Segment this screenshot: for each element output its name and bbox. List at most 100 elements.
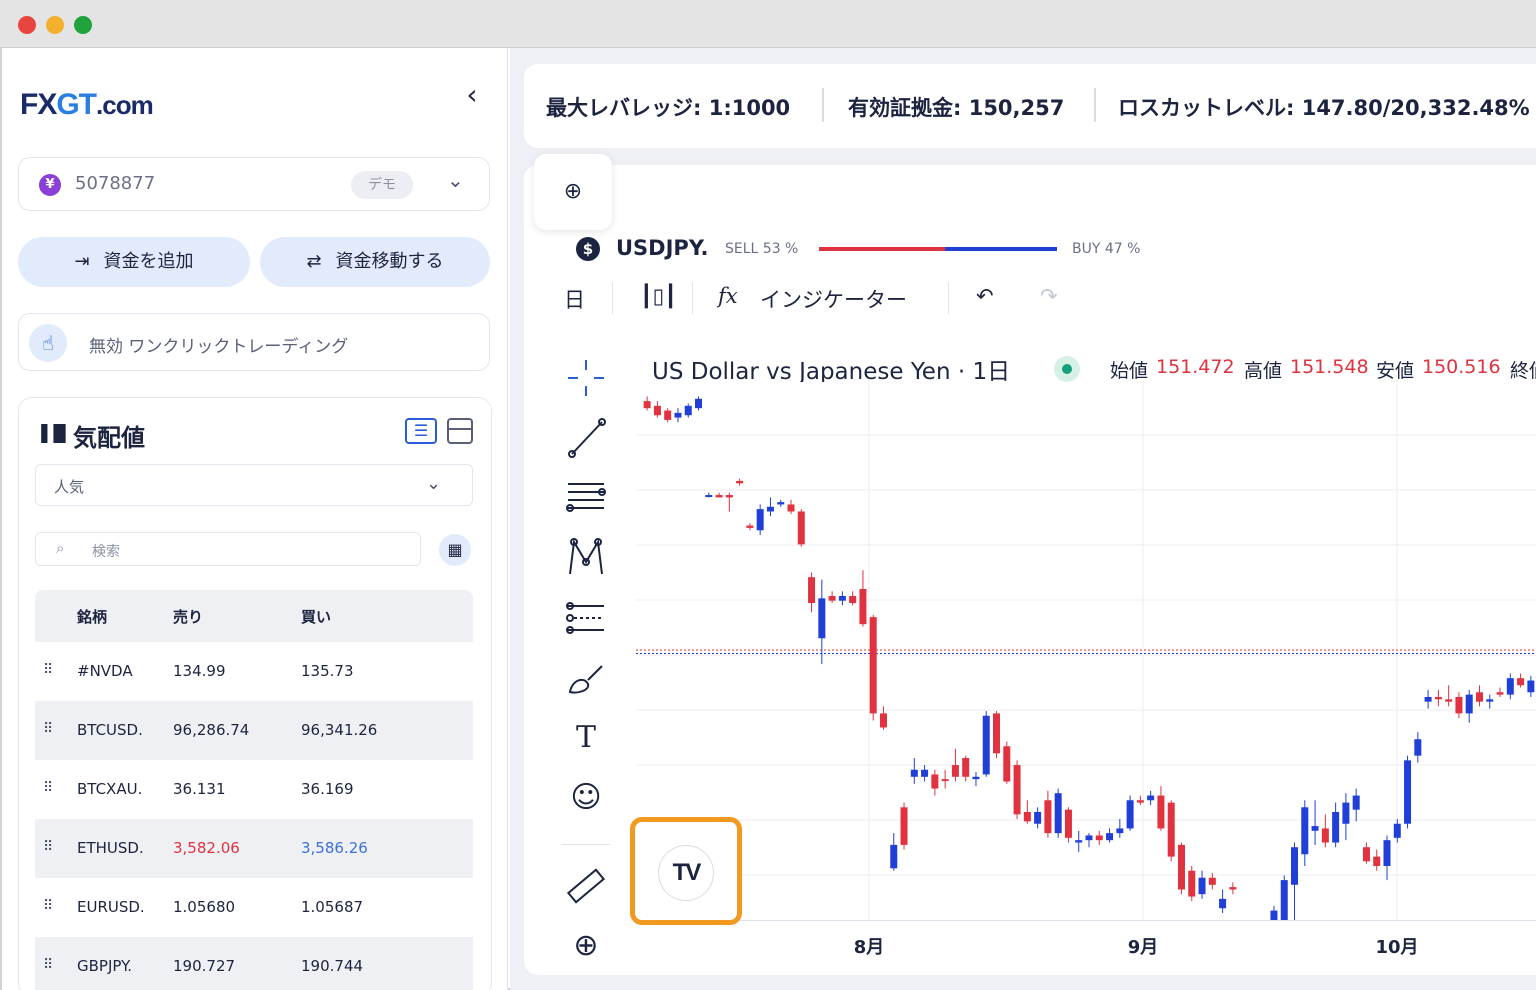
undo-icon[interactable]: ↶ [976, 284, 994, 308]
chevron-down-icon: ⌄ [447, 168, 464, 192]
close-label: 終値 [1510, 360, 1536, 382]
sell-cell[interactable]: 36.131 [173, 780, 226, 798]
account-selector[interactable]: ¥ 5078877 デモ ⌄ [18, 157, 490, 211]
table-row[interactable]: ⠿ #NVDA 134.99 135.73 [35, 642, 473, 701]
quotes-panel: ▐▐▌ 気配値 ☰ 人気 ⌄ ⌕ 検索 ▦ 銘柄 売り 買い ⠿ #NVDA 1… [18, 397, 492, 990]
tradingview-logo-icon: TV [658, 845, 714, 901]
table-row[interactable]: ⠿ GBPJPY. 190.727 190.744 [35, 937, 473, 990]
drag-handle-icon[interactable]: ⠿ [43, 721, 53, 737]
buy-sentiment: BUY 47 % [1072, 241, 1141, 257]
buy-cell[interactable]: 135.73 [301, 662, 354, 680]
drag-handle-icon[interactable]: ⠿ [43, 957, 53, 973]
candle-body [1383, 840, 1391, 866]
tradingview-logo-highlight[interactable]: TV [630, 817, 742, 925]
symbol-name[interactable]: USDJPY. [616, 236, 709, 260]
candlestick-chart[interactable] [636, 380, 1536, 920]
account-info-bar: 最大レバレッジ: 1:1000 有効証拠金: 150,257 ロスカットレベル:… [524, 64, 1536, 148]
candle-body [643, 401, 651, 409]
crosshair-icon[interactable] [558, 356, 614, 400]
table-layout-icon[interactable]: ▦ [439, 534, 471, 566]
card-view-icon[interactable] [447, 418, 473, 444]
add-funds-button[interactable]: ⇥ 資金を追加 [18, 237, 250, 287]
fib-retracement-icon[interactable] [558, 476, 614, 520]
fxgt-logo[interactable]: FXGT.com [20, 88, 154, 122]
transfer-funds-button[interactable]: ⇄ 資金移動する [260, 237, 490, 287]
candle-body [1455, 696, 1463, 714]
candle-body [1188, 870, 1196, 897]
emoji-icon[interactable]: ☺ [558, 776, 614, 820]
minimize-window-button[interactable] [46, 16, 64, 34]
buy-cell[interactable]: 96,341.26 [301, 721, 377, 739]
divider [692, 282, 693, 314]
candle-body [746, 525, 754, 528]
ruler-svg [566, 868, 606, 904]
candle-body [1393, 823, 1401, 838]
column-sell[interactable]: 売り [173, 606, 203, 627]
sell-cell[interactable]: 96,286.74 [173, 721, 249, 739]
drag-handle-icon[interactable]: ⠿ [43, 780, 53, 796]
zoom-in-icon[interactable]: ⊕ [534, 154, 612, 230]
divider [1094, 88, 1096, 122]
forecast-icon[interactable] [558, 596, 614, 640]
close-window-button[interactable] [18, 16, 36, 34]
category-value: 人気 [54, 478, 85, 496]
candle-body [1157, 795, 1165, 829]
table-row[interactable]: ⠿ EURUSD. 1.05680 1.05687 [35, 878, 473, 937]
x-tick-aug: 8月 [853, 937, 885, 958]
indicators-button[interactable]: インジケーター [760, 284, 907, 314]
candle-style-icon[interactable]: ┃▯┃ [640, 284, 677, 308]
candle-body [705, 495, 713, 498]
trend-line-icon[interactable] [558, 416, 614, 460]
buy-cell[interactable]: 1.05687 [301, 898, 363, 916]
candle-body [1352, 795, 1360, 810]
interval-button[interactable]: 日 [564, 284, 585, 314]
brush-icon[interactable] [558, 656, 614, 700]
forecast-svg [566, 602, 604, 634]
candle-body [1075, 840, 1083, 843]
one-click-trading-toggle[interactable]: ☝ 無効 ワンクリックトレーディング [18, 313, 490, 371]
symbol-cell: #NVDA [77, 662, 133, 680]
zoom-window-button[interactable] [74, 16, 92, 34]
x-tick-sep: 9月 [1127, 937, 1159, 958]
sell-cell[interactable]: 3,582.06 [173, 839, 240, 857]
bar-chart-icon: ▐▐▌ [35, 424, 72, 443]
buy-cell[interactable]: 190.744 [301, 957, 363, 975]
sentiment-bar [819, 247, 1057, 251]
list-view-icon[interactable]: ☰ [405, 418, 437, 444]
candle-body [1219, 898, 1227, 909]
candle-body [1506, 678, 1514, 695]
candle-body [1106, 833, 1114, 841]
logo-part-fx: FX [20, 88, 57, 121]
candle-body [1229, 887, 1237, 890]
buy-cell[interactable]: 36.169 [301, 780, 354, 798]
drag-handle-icon[interactable]: ⠿ [43, 662, 53, 678]
quotes-category-select[interactable]: 人気 ⌄ [35, 464, 473, 506]
sell-cell[interactable]: 1.05680 [173, 898, 235, 916]
max-leverage: 最大レバレッジ: 1:1000 [546, 96, 791, 120]
drag-handle-icon[interactable]: ⠿ [43, 839, 53, 855]
candle-body [1003, 746, 1011, 782]
table-row[interactable]: ⠿ BTCXAU. 36.131 36.169 [35, 760, 473, 819]
table-row[interactable]: ⠿ BTCUSD. 96,286.74 96,341.26 [35, 701, 473, 760]
candle-body [1301, 807, 1309, 855]
text-tool-icon[interactable]: T [558, 716, 614, 760]
function-icon[interactable]: fx [718, 284, 738, 308]
buy-cell[interactable]: 3,586.26 [301, 839, 368, 857]
candle-body [1404, 760, 1412, 824]
zoom-in-icon[interactable]: ⊕ [558, 924, 614, 968]
drag-handle-icon[interactable]: ⠿ [43, 898, 53, 914]
drawing-tools: T ☺ ⊕ [558, 350, 614, 970]
pattern-icon[interactable] [558, 536, 614, 580]
table-row[interactable]: ⠿ ETHUSD. 3,582.06 3,586.26 [35, 819, 473, 878]
column-buy[interactable]: 買い [301, 606, 331, 627]
sell-cell[interactable]: 190.727 [173, 957, 235, 975]
chart-toolbar: 日 ┃▯┃ fx インジケーター ↶ ↷ [560, 280, 1520, 316]
candle-body [1527, 680, 1535, 693]
ruler-icon[interactable] [558, 864, 614, 908]
candle-body [1023, 812, 1031, 822]
redo-icon: ↷ [1040, 284, 1058, 308]
column-symbol[interactable]: 銘柄 [77, 606, 107, 627]
sell-cell[interactable]: 134.99 [173, 662, 226, 680]
chevron-left-icon[interactable]: ‹ [458, 78, 486, 112]
quotes-search-input[interactable]: ⌕ 検索 [35, 532, 421, 566]
